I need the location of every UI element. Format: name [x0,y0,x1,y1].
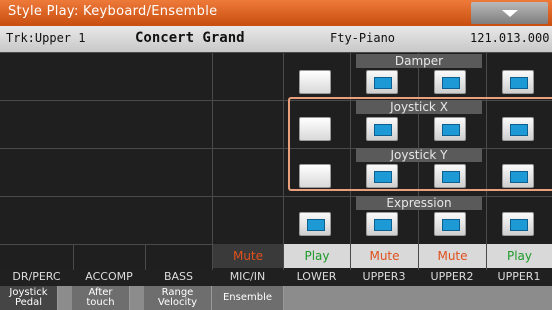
page-menu-button[interactable] [471,2,548,24]
sound-bank: Fty-Piano [330,31,396,45]
section-label-damper: Damper [356,54,482,68]
status-lower[interactable]: Play [284,244,350,268]
channel-label: LOWER [296,270,337,283]
expression-upper3-toggle[interactable] [366,212,398,236]
expression-upper2-toggle[interactable] [434,212,466,236]
tab-ensemble[interactable]: Ensemble [212,286,284,310]
tab-range-velocity[interactable]: Range Velocity [144,286,212,310]
damper-upper3-toggle[interactable] [366,70,398,94]
channel-label: BASS [163,270,194,283]
status-mic-in[interactable]: Mute [213,244,283,268]
channel-label: UPPER2 [430,270,474,283]
selection-highlight [288,97,552,191]
damper-upper1-toggle[interactable] [502,70,534,94]
track-info-bar[interactable]: Trk:Upper 1 Concert Grand Fty-Piano 121.… [0,26,552,52]
status-upper1[interactable]: Play [487,244,552,268]
ensemble-grid: Damper Joystick X Joystick Y Expression [0,52,552,270]
channel-label: MIC/IN [229,270,266,283]
tab-joystick-pedal[interactable]: Joystick Pedal [0,286,58,310]
channel-label: UPPER1 [497,270,541,283]
sound-name[interactable]: Concert Grand [135,30,245,46]
tab-aftertouch[interactable]: After touch [72,286,130,310]
page-title: Style Play: Keyboard/Ensemble [8,4,218,19]
title-bar: Style Play: Keyboard/Ensemble [0,0,552,26]
status-upper3[interactable]: Mute [351,244,418,268]
sound-number: 121.013.000 [470,31,550,45]
section-label-expression: Expression [356,196,482,210]
damper-lower-toggle[interactable] [299,70,331,94]
channel-label: ACCOMP [85,270,133,283]
chevron-down-icon [502,10,518,17]
channel-label: DR/PERC [12,270,61,283]
track-label: Trk:Upper 1 [6,31,86,45]
channel-label: UPPER3 [362,270,406,283]
damper-upper2-toggle[interactable] [434,70,466,94]
status-upper2[interactable]: Mute [419,244,486,268]
expression-lower-toggle[interactable] [299,212,331,236]
expression-upper1-toggle[interactable] [502,212,534,236]
